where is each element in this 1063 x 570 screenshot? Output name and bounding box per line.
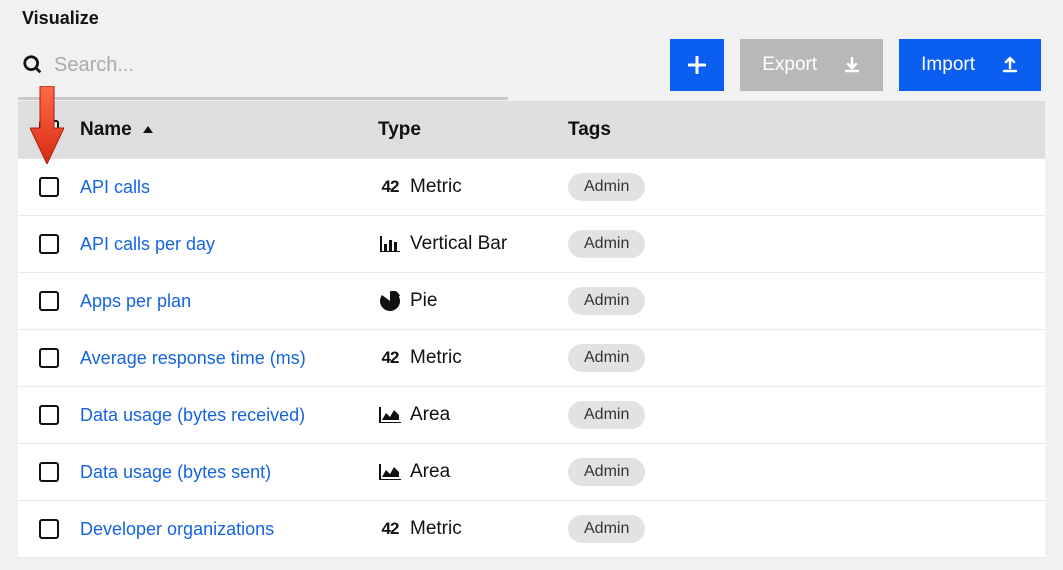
upload-icon xyxy=(1001,56,1019,74)
table-row: API calls per day Vertical Bar Admin xyxy=(18,216,1045,273)
row-name-cell: API calls xyxy=(80,177,378,198)
row-tags-cell: Admin xyxy=(568,515,1045,543)
table-row: Data usage (bytes received) Area Admin xyxy=(18,387,1045,444)
table-body: API calls 42 Metric Admin API calls per day V… xyxy=(18,159,1045,558)
row-checkbox[interactable] xyxy=(39,177,59,197)
row-checkbox[interactable] xyxy=(39,234,59,254)
visualization-link[interactable]: Developer organizations xyxy=(80,519,274,539)
page-title: Visualize xyxy=(0,0,1063,35)
visualization-link[interactable]: API calls xyxy=(80,177,150,197)
row-check-cell xyxy=(18,234,80,254)
table-row: API calls 42 Metric Admin xyxy=(18,159,1045,216)
type-label: Vertical Bar xyxy=(410,233,507,255)
actions: Export Import xyxy=(670,39,1041,91)
import-button[interactable]: Import xyxy=(899,39,1041,91)
area-chart-icon xyxy=(379,464,401,480)
row-tags-cell: Admin xyxy=(568,458,1045,486)
row-checkbox[interactable] xyxy=(39,348,59,368)
column-header-tags[interactable]: Tags xyxy=(568,119,1045,141)
type-label: Metric xyxy=(410,518,462,540)
tag-badge: Admin xyxy=(568,230,645,258)
row-check-cell xyxy=(18,291,80,311)
row-check-cell xyxy=(18,348,80,368)
column-header-type[interactable]: Type xyxy=(378,119,568,141)
row-type-cell: Area xyxy=(378,404,568,426)
row-name-cell: Apps per plan xyxy=(80,291,378,312)
toolbar: Export Import xyxy=(0,35,1063,101)
plus-icon xyxy=(688,56,706,74)
column-name-label: Name xyxy=(80,119,132,140)
tag-badge: Admin xyxy=(568,287,645,315)
row-tags-cell: Admin xyxy=(568,230,1045,258)
row-check-cell xyxy=(18,177,80,197)
column-header-name[interactable]: Name xyxy=(80,119,378,141)
type-label: Metric xyxy=(410,176,462,198)
row-tags-cell: Admin xyxy=(568,344,1045,372)
search-wrap xyxy=(22,54,670,77)
row-check-cell xyxy=(18,405,80,425)
tag-badge: Admin xyxy=(568,515,645,543)
row-checkbox[interactable] xyxy=(39,291,59,311)
row-tags-cell: Admin xyxy=(568,287,1045,315)
row-tags-cell: Admin xyxy=(568,401,1045,429)
row-type-cell: Vertical Bar xyxy=(378,233,568,255)
area-chart-icon xyxy=(379,407,401,423)
tag-badge: Admin xyxy=(568,458,645,486)
type-label: Pie xyxy=(410,290,437,312)
visualization-link[interactable]: Data usage (bytes received) xyxy=(80,405,305,425)
table-row: Developer organizations 42 Metric Admin xyxy=(18,501,1045,558)
row-check-cell xyxy=(18,462,80,482)
sort-asc-icon xyxy=(143,126,153,133)
type-label: Area xyxy=(410,404,450,426)
search-underline xyxy=(18,97,508,100)
import-label: Import xyxy=(921,54,975,76)
export-button[interactable]: Export xyxy=(740,39,883,91)
metric-icon: 42 xyxy=(382,519,399,539)
row-checkbox[interactable] xyxy=(39,405,59,425)
row-type-cell: 42 Metric xyxy=(378,518,568,540)
row-check-cell xyxy=(18,519,80,539)
table-row: Average response time (ms) 42 Metric Admin xyxy=(18,330,1045,387)
row-type-cell: 42 Metric xyxy=(378,347,568,369)
tag-badge: Admin xyxy=(568,173,645,201)
row-name-cell: Average response time (ms) xyxy=(80,348,378,369)
row-name-cell: API calls per day xyxy=(80,234,378,255)
metric-icon: 42 xyxy=(382,348,399,368)
row-checkbox[interactable] xyxy=(39,519,59,539)
bar-chart-icon xyxy=(380,236,400,252)
row-checkbox[interactable] xyxy=(39,462,59,482)
search-icon xyxy=(22,54,44,76)
type-label: Area xyxy=(410,461,450,483)
download-icon xyxy=(843,56,861,74)
table-header: Name Type Tags xyxy=(18,101,1045,159)
visualization-link[interactable]: API calls per day xyxy=(80,234,215,254)
add-button[interactable] xyxy=(670,39,724,91)
pie-chart-icon xyxy=(380,291,400,311)
tag-badge: Admin xyxy=(568,401,645,429)
select-all-checkbox[interactable] xyxy=(39,120,59,140)
export-label: Export xyxy=(762,54,817,76)
visualization-link[interactable]: Apps per plan xyxy=(80,291,191,311)
table-row: Apps per plan Pie Admin xyxy=(18,273,1045,330)
row-name-cell: Data usage (bytes received) xyxy=(80,405,378,426)
column-tags-label: Tags xyxy=(568,119,611,140)
row-name-cell: Developer organizations xyxy=(80,519,378,540)
metric-icon: 42 xyxy=(382,177,399,197)
visualize-table: Name Type Tags API calls42MetricAdminAPI… xyxy=(18,101,1045,558)
row-tags-cell: Admin xyxy=(568,173,1045,201)
type-label: Metric xyxy=(410,347,462,369)
table-row: Data usage (bytes sent) Area Admin xyxy=(18,444,1045,501)
row-type-cell: 42 Metric xyxy=(378,176,568,198)
column-type-label: Type xyxy=(378,119,421,140)
search-input[interactable] xyxy=(54,54,670,77)
row-name-cell: Data usage (bytes sent) xyxy=(80,462,378,483)
row-type-cell: Pie xyxy=(378,290,568,312)
row-type-cell: Area xyxy=(378,461,568,483)
select-all-cell xyxy=(18,120,80,140)
tag-badge: Admin xyxy=(568,344,645,372)
visualization-link[interactable]: Data usage (bytes sent) xyxy=(80,462,271,482)
visualization-link[interactable]: Average response time (ms) xyxy=(80,348,306,368)
